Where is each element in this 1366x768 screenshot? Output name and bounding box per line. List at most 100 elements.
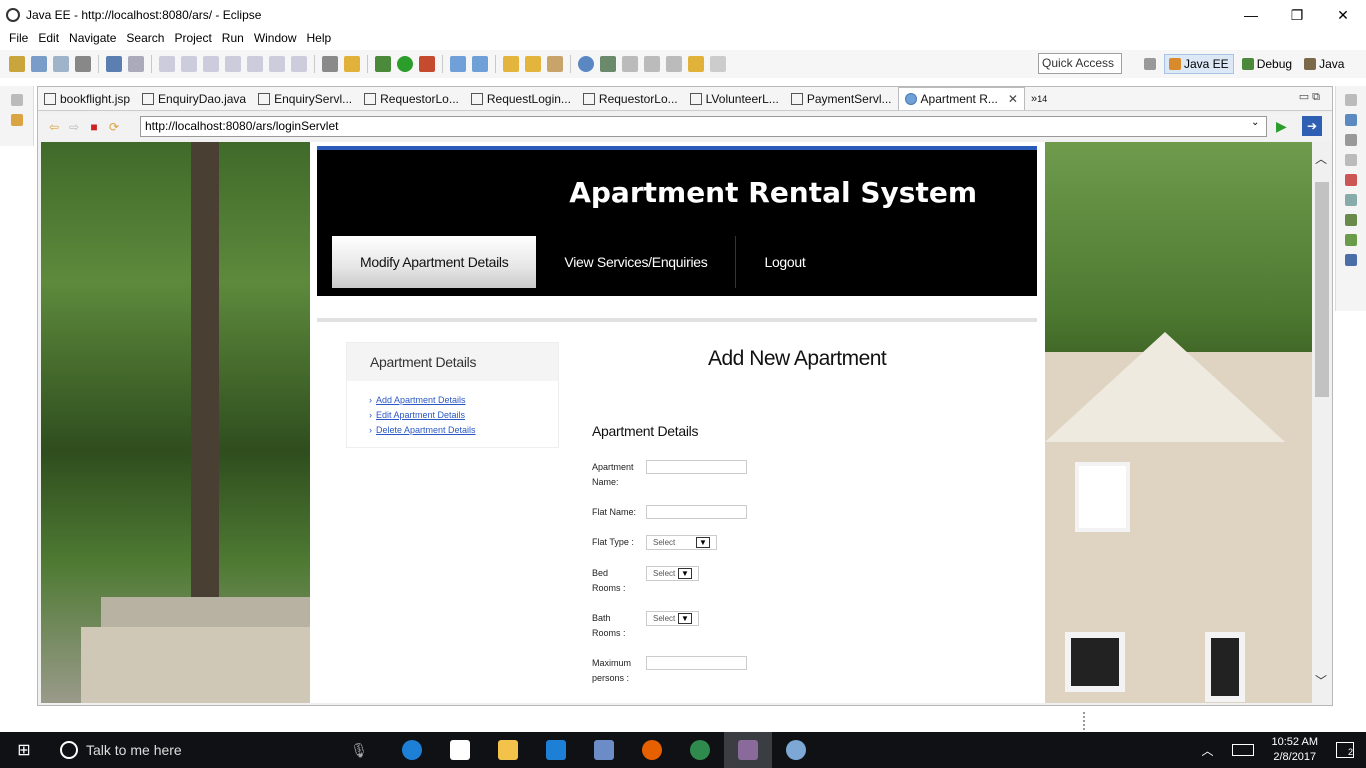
run-icon[interactable] xyxy=(397,56,413,72)
open-type-icon[interactable] xyxy=(503,56,519,72)
nav-view-services[interactable]: View Services/Enquiries xyxy=(536,236,737,288)
search-tool-icon[interactable] xyxy=(547,56,563,72)
start-button[interactable]: ⊞ xyxy=(0,732,48,768)
url-dropdown-icon[interactable]: ⌄ xyxy=(1251,117,1259,128)
maximize-button[interactable]: ❐ xyxy=(1274,0,1320,30)
vertical-scrollbar[interactable]: ︿ ﹀ xyxy=(1312,142,1332,703)
tab-lvolunteerlogin[interactable]: LVolunteerL... xyxy=(684,87,785,110)
tab-enquirydao-java[interactable]: EnquiryDao.java xyxy=(136,87,252,110)
nav-modify-apartment[interactable]: Modify Apartment Details xyxy=(332,236,537,288)
menu-search[interactable]: Search xyxy=(126,31,164,45)
perspective-debug[interactable]: Debug xyxy=(1238,55,1296,73)
notifications-icon[interactable]: 2 xyxy=(1336,742,1354,758)
taskbar-defender[interactable] xyxy=(532,732,580,768)
save-all-icon[interactable] xyxy=(53,56,69,72)
back-arrow-icon[interactable]: ⇦ xyxy=(47,120,61,134)
scroll-down-icon[interactable]: ﹀ xyxy=(1315,672,1327,689)
bed-rooms-select[interactable]: Select ▼ xyxy=(646,566,699,581)
task-icon[interactable] xyxy=(344,56,360,72)
tab-bookflight-jsp[interactable]: bookflight.jsp xyxy=(38,87,136,110)
taskbar-app[interactable] xyxy=(580,732,628,768)
menu-run[interactable]: Run xyxy=(222,31,244,45)
forward-icon[interactable] xyxy=(710,56,726,72)
step-return-icon[interactable] xyxy=(291,56,307,72)
outline-icon[interactable] xyxy=(1345,114,1357,126)
back-icon[interactable] xyxy=(688,56,704,72)
nav-logout[interactable]: Logout xyxy=(736,236,833,288)
max-persons-input[interactable] xyxy=(646,656,747,670)
perspective-java[interactable]: Java xyxy=(1300,55,1348,73)
apartment-name-input[interactable] xyxy=(646,460,747,474)
properties-icon[interactable] xyxy=(1345,194,1357,206)
save-icon[interactable] xyxy=(31,56,47,72)
resume-icon[interactable] xyxy=(159,56,175,72)
tab-requestorlogin-jsp[interactable]: RequestorLo... xyxy=(358,87,465,110)
servers-icon[interactable] xyxy=(1345,214,1357,226)
tab-apartment-rental[interactable]: Apartment R... ✕ xyxy=(897,87,1025,110)
previous-annotation-icon[interactable] xyxy=(644,56,660,72)
keyboard-icon[interactable] xyxy=(1231,744,1254,756)
data-source-icon[interactable] xyxy=(1345,234,1357,246)
restore-icon[interactable] xyxy=(10,94,23,106)
restore-icon[interactable] xyxy=(1345,154,1357,166)
tab-requestorlogin-java[interactable]: RequestorLo... xyxy=(577,87,684,110)
clock[interactable]: 10:52 AM 2/8/2017 xyxy=(1272,735,1318,765)
quick-access-input[interactable]: Quick Access xyxy=(1038,53,1122,74)
next-annotation-icon[interactable] xyxy=(622,56,638,72)
minimize-maximize-icons[interactable]: ▭ ⧉ xyxy=(1299,90,1320,104)
tab-overflow-button[interactable]: » 14 xyxy=(1025,87,1053,110)
open-external-browser-icon[interactable]: ➔ xyxy=(1302,116,1322,136)
taskbar-eclipse[interactable] xyxy=(724,732,772,768)
link-add-apartment[interactable]: Add Apartment Details xyxy=(369,393,536,408)
link-delete-apartment[interactable]: Delete Apartment Details xyxy=(369,423,536,438)
taskbar-atom[interactable] xyxy=(676,732,724,768)
terminate-icon[interactable] xyxy=(203,56,219,72)
close-tab-icon[interactable]: ✕ xyxy=(1008,92,1018,106)
suspend-icon[interactable] xyxy=(181,56,197,72)
new-class-icon[interactable] xyxy=(472,56,488,72)
stop-icon[interactable]: ■ xyxy=(87,120,101,134)
show-hidden-icons[interactable]: ︿ xyxy=(1202,742,1214,759)
annotation-icon[interactable] xyxy=(600,56,616,72)
web-browser-icon[interactable] xyxy=(578,56,594,72)
menu-file[interactable]: File xyxy=(9,31,28,45)
open-perspective-button[interactable] xyxy=(1140,56,1160,72)
flat-type-select[interactable]: Select ▼ xyxy=(646,535,717,550)
close-button[interactable]: ✕ xyxy=(1320,0,1366,30)
menu-help[interactable]: Help xyxy=(307,31,332,45)
microphone-icon[interactable]: 🎙 xyxy=(350,742,368,759)
scroll-up-icon[interactable]: ︿ xyxy=(1315,150,1327,167)
print-icon[interactable] xyxy=(75,56,91,72)
minimize-button[interactable]: — xyxy=(1228,0,1274,30)
cortana-search[interactable]: Talk to me here 🎙 xyxy=(48,732,388,768)
menu-edit[interactable]: Edit xyxy=(38,31,59,45)
skip-breakpoints-icon[interactable] xyxy=(128,56,144,72)
refresh-icon[interactable]: ⟳ xyxy=(107,120,121,134)
taskbar-edge[interactable] xyxy=(388,732,436,768)
markers-icon[interactable] xyxy=(1345,174,1357,186)
link-edit-apartment[interactable]: Edit Apartment Details xyxy=(369,408,536,423)
step-over-icon[interactable] xyxy=(269,56,285,72)
disconnect-icon[interactable] xyxy=(225,56,241,72)
tab-requestlogin[interactable]: RequestLogin... xyxy=(465,87,577,110)
bath-rooms-select[interactable]: Select ▼ xyxy=(646,611,699,626)
new-icon[interactable] xyxy=(9,56,25,72)
perspective-java-ee[interactable]: Java EE xyxy=(1164,54,1234,74)
forward-arrow-icon[interactable]: ⇨ xyxy=(67,120,81,134)
taskbar-paint[interactable] xyxy=(772,732,820,768)
console-view-icon[interactable] xyxy=(1345,254,1357,266)
status-bar-handle[interactable] xyxy=(1083,712,1085,730)
menu-project[interactable]: Project xyxy=(174,31,211,45)
taskbar-store[interactable] xyxy=(436,732,484,768)
step-into-icon[interactable] xyxy=(247,56,263,72)
flat-name-input[interactable] xyxy=(646,505,747,519)
task-list-icon[interactable] xyxy=(1345,134,1357,146)
console-icon[interactable] xyxy=(106,56,122,72)
project-explorer-icon[interactable] xyxy=(10,114,23,126)
menu-navigate[interactable]: Navigate xyxy=(69,31,116,45)
go-icon[interactable]: ▶ xyxy=(1276,118,1287,135)
restore-icon[interactable] xyxy=(1345,94,1357,106)
last-edit-icon[interactable] xyxy=(666,56,682,72)
tab-enquiryservlet[interactable]: EnquiryServl... xyxy=(252,87,358,110)
new-server-icon[interactable] xyxy=(450,56,466,72)
